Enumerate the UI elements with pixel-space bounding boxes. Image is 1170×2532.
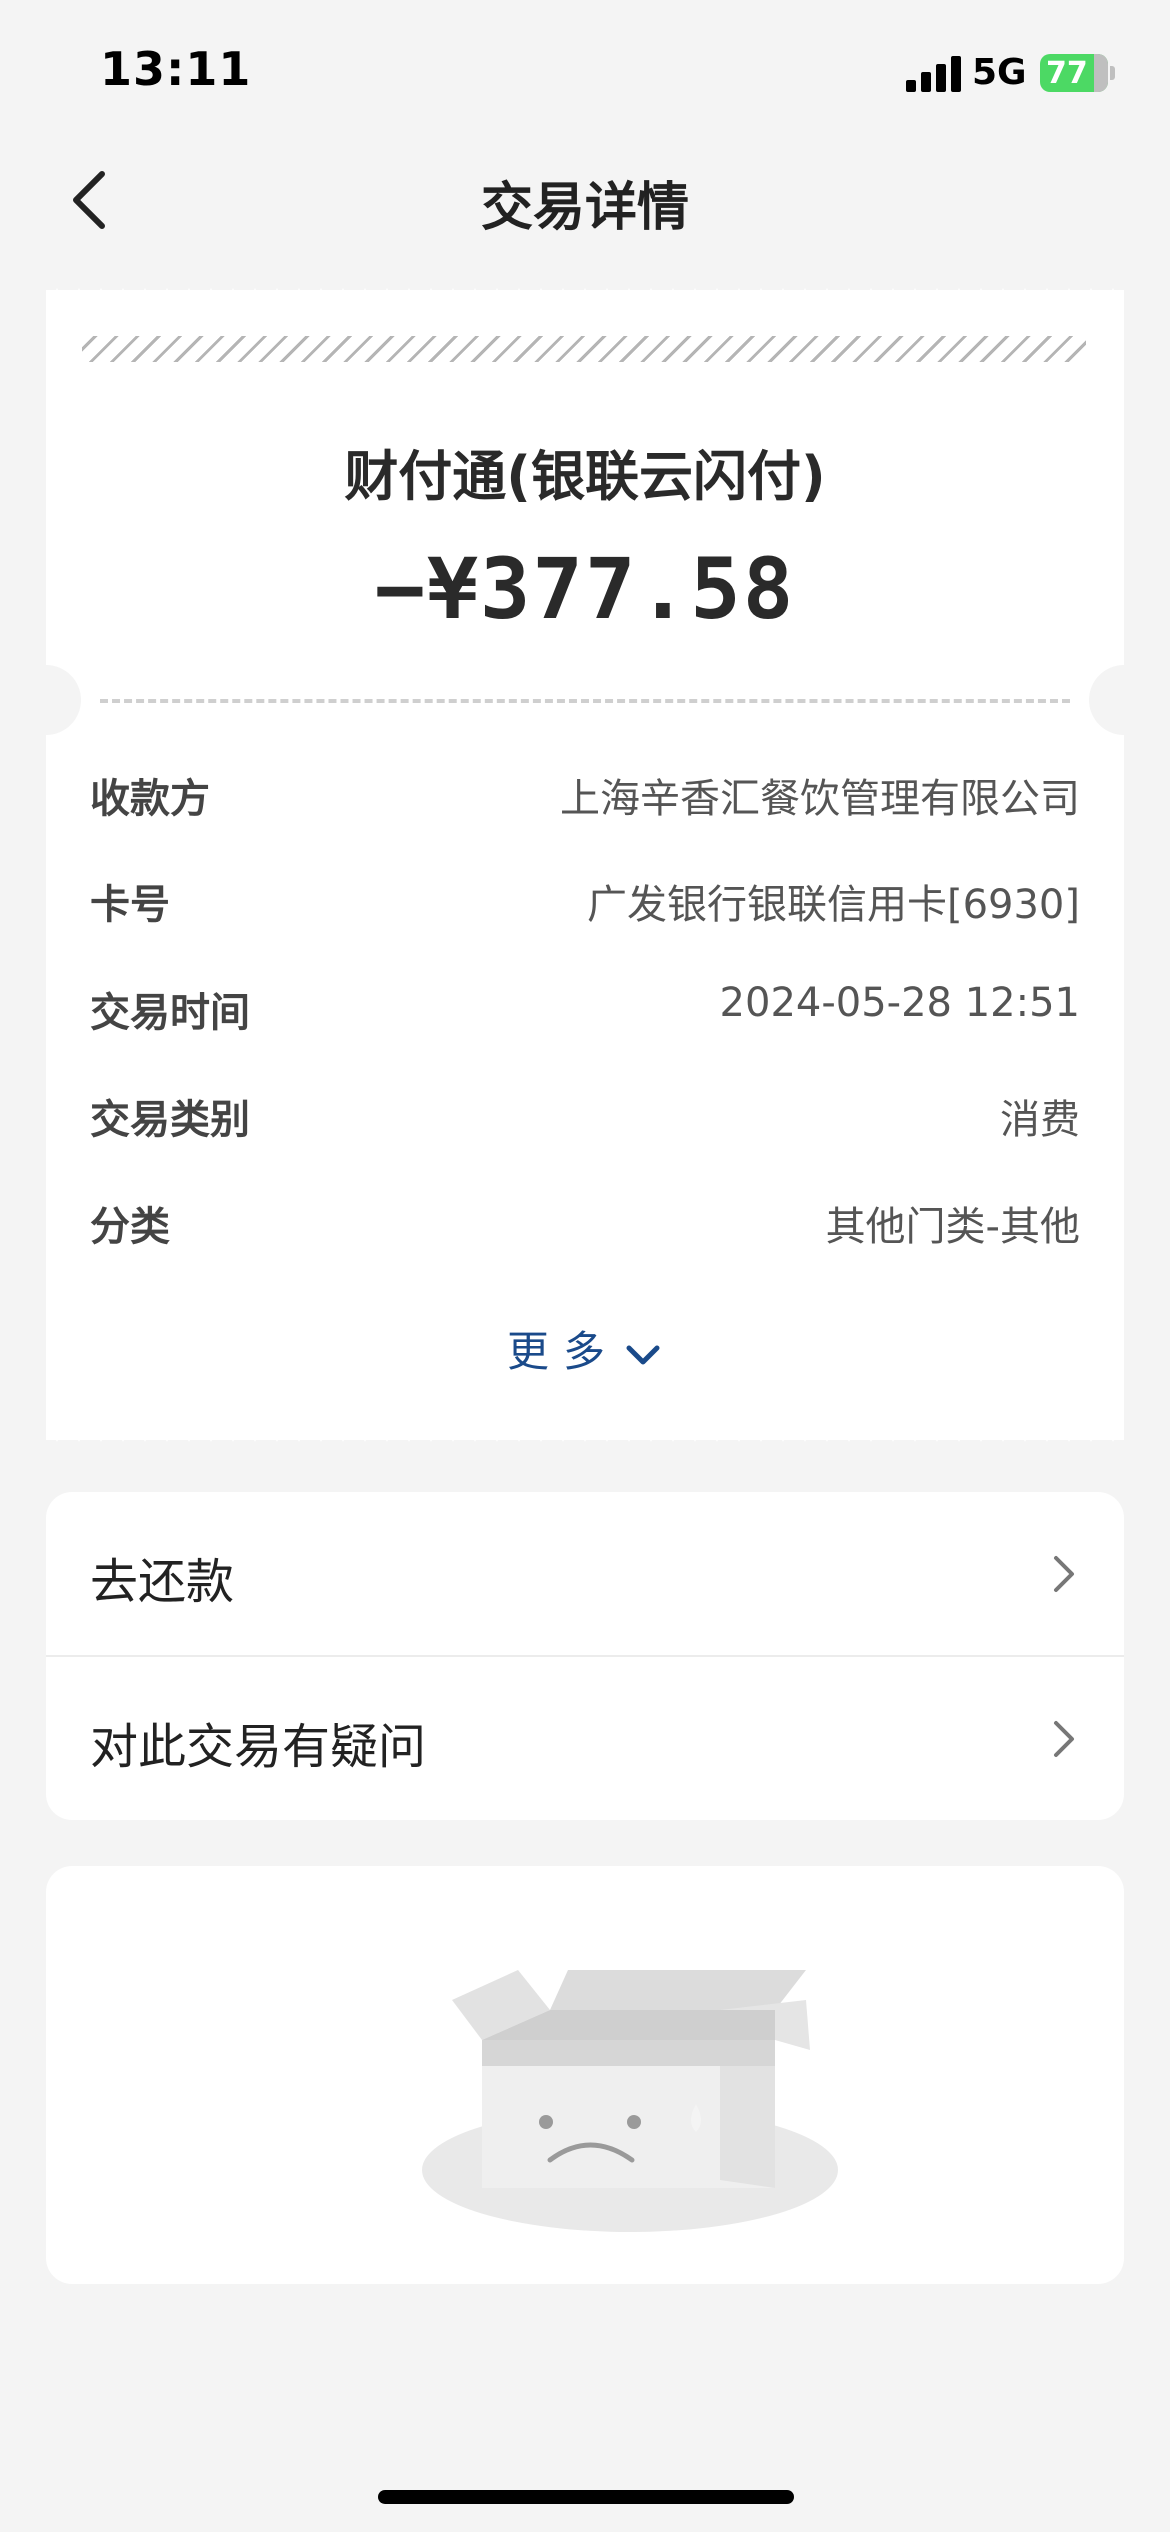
actions-card: 去还款 对此交易有疑问 [46,1492,1124,1820]
chevron-down-icon [626,1345,660,1364]
home-indicator [378,2490,794,2504]
chevron-right-icon [1054,1556,1074,1592]
transaction-type-label: 交易类别 [90,1097,250,1143]
network-type: 5G [972,52,1027,93]
transaction-time-label: 交易时间 [90,990,250,1036]
dispute-label: 对此交易有疑问 [90,1719,427,1775]
receipt-dashed-divider [100,699,1070,703]
battery-tip [1110,66,1115,80]
category-label: 分类 [90,1204,170,1250]
payee-value: 上海辛香汇餐饮管理有限公司 [560,776,1080,822]
receipt-bottom-edge [46,1418,1124,1442]
empty-box-icon [422,1970,838,2232]
dispute-transaction-button[interactable]: 对此交易有疑问 [46,1657,1124,1820]
more-label: 更多 [506,1327,619,1376]
battery-icon: 77 [1040,54,1108,92]
receipt-notch-left [11,665,81,735]
repay-button[interactable]: 去还款 [46,1492,1124,1655]
category-value: 其他门类-其他 [825,1204,1080,1250]
transaction-type-value: 消费 [1000,1097,1080,1143]
transaction-time-value: 2024-05-28 12:51 [719,980,1080,1026]
chevron-right-icon [1054,1721,1074,1757]
merchant-name: 财付通(银联云闪付) [344,445,826,508]
card-number-value: 广发银行银联信用卡[6930] [586,882,1080,928]
status-bar: 13:11 5G 77 [0,0,1170,150]
status-time: 13:11 [100,42,252,96]
receipt-notch-right [1089,665,1159,735]
payee-label: 收款方 [90,776,210,822]
page-title: 交易详情 [480,178,689,238]
battery-level: 77 [1046,56,1088,91]
transaction-amount: −¥377.58 [374,540,796,638]
repay-label: 去还款 [90,1554,235,1610]
more-button[interactable]: 更多 [0,1318,1170,1379]
card-number-label: 卡号 [90,882,170,928]
receipt-hatch-pattern [82,336,1086,362]
cellular-signal-icon [906,56,962,92]
